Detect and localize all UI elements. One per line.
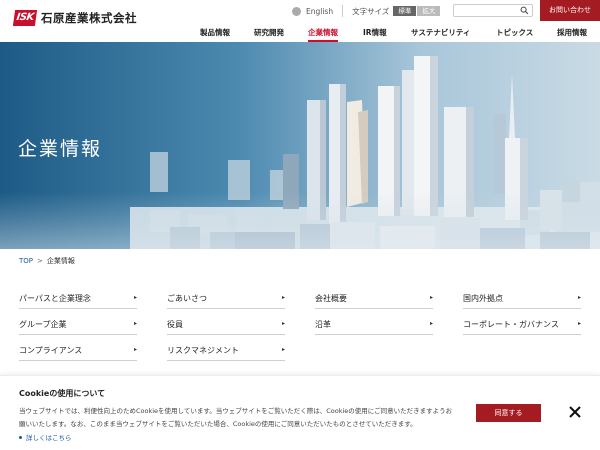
link-label: ごあいさつ [167, 294, 207, 303]
language-link[interactable]: English [292, 6, 334, 16]
nav-item-recruit[interactable]: 採用情報 [557, 27, 587, 38]
bullet-icon [19, 435, 22, 439]
globe-icon [292, 6, 301, 16]
agree-button[interactable]: 同意する [476, 404, 541, 422]
cookie-message-line: 当ウェブサイトでは、利便性向上のためCookieを使用しています。当ウェブサイト… [19, 407, 453, 415]
utility-bar: English 文字サイズ 標準 拡大 [292, 3, 441, 19]
contact-button[interactable]: お問い合わせ [540, 0, 600, 21]
link-locations[interactable]: 国内外拠点 ▸ [463, 285, 581, 309]
arrow-right-icon: ▸ [133, 294, 137, 301]
arrow-right-icon: ▸ [281, 294, 285, 301]
logo-mark: ISK [12, 10, 38, 26]
cookie-title: Cookieの使用について [19, 389, 106, 398]
nav-item-corporate[interactable]: 企業情報 [308, 27, 338, 42]
arrow-right-icon: ▸ [281, 346, 285, 353]
arrow-right-icon: ▸ [281, 320, 285, 327]
link-risk-management[interactable]: リスクマネジメント ▸ [167, 337, 285, 361]
global-nav: 製品情報 研究開発 企業情報 IR情報 サステナビリティ トピックス 採用情報 [190, 27, 600, 42]
search-box [453, 4, 533, 24]
nav-item-topics[interactable]: トピックス [496, 27, 533, 38]
hero-banner: 企業情報 [0, 42, 600, 249]
search-icon[interactable] [520, 6, 529, 15]
page-title: 企業情報 [18, 138, 103, 160]
link-label: グループ企業 [19, 320, 67, 329]
link-purpose-philosophy[interactable]: パーパスと企業理念 ▸ [19, 285, 137, 309]
cookie-details-link[interactable]: 詳しくはこちら [19, 432, 72, 442]
link-label: コンプライアンス [19, 346, 83, 355]
divider [342, 5, 344, 17]
nav-item-products[interactable]: 製品情報 [200, 27, 230, 38]
breadcrumb-separator: > [37, 257, 43, 265]
link-label: 沿革 [315, 320, 331, 329]
arrow-right-icon: ▸ [133, 320, 137, 327]
link-officers[interactable]: 役員 ▸ [167, 311, 285, 335]
font-size-large-button[interactable]: 拡大 [417, 6, 441, 16]
arrow-right-icon: ▸ [577, 320, 581, 327]
breadcrumb-top-link[interactable]: TOP [19, 257, 33, 265]
search-input[interactable] [454, 13, 516, 24]
cookie-details-label: 詳しくはこちら [26, 434, 72, 442]
link-label: 役員 [167, 320, 183, 329]
font-size-standard-button[interactable]: 標準 [393, 6, 417, 16]
cookie-message-line: 願いいたします。なお、このまま当ウェブサイトをご覧いただいた場合、Cookieの… [19, 420, 417, 428]
arrow-right-icon: ▸ [429, 320, 433, 327]
link-company-overview[interactable]: 会社概要 ▸ [315, 285, 433, 309]
nav-item-research[interactable]: 研究開発 [254, 27, 284, 38]
cookie-message: 当ウェブサイトでは、利便性向上のためCookieを使用しています。当ウェブサイト… [19, 405, 464, 431]
nav-item-sustainability[interactable]: サステナビリティ [411, 27, 470, 38]
link-corporate-governance[interactable]: コーポレート・ガバナンス ▸ [463, 311, 581, 335]
language-label: English [306, 6, 334, 16]
breadcrumb: TOP > 企業情報 [19, 256, 75, 266]
link-label: リスクマネジメント [167, 346, 239, 355]
link-history[interactable]: 沿革 ▸ [315, 311, 433, 335]
link-label: 国内外拠点 [463, 294, 503, 303]
nav-item-ir[interactable]: IR情報 [363, 27, 387, 38]
logo-text: 石原産業株式会社 [41, 11, 137, 25]
cookie-banner: Cookieの使用について 当ウェブサイトでは、利便性向上のためCookieを使… [0, 375, 600, 450]
close-icon[interactable] [568, 405, 582, 419]
breadcrumb-current: 企業情報 [46, 257, 75, 265]
font-size-label: 文字サイズ [352, 6, 390, 16]
link-greeting[interactable]: ごあいさつ ▸ [167, 285, 285, 309]
link-compliance[interactable]: コンプライアンス ▸ [19, 337, 137, 361]
link-label: 会社概要 [315, 294, 347, 303]
link-group-companies[interactable]: グループ企業 ▸ [19, 311, 137, 335]
link-label: パーパスと企業理念 [19, 294, 91, 303]
company-logo[interactable]: ISK 石原産業株式会社 [12, 10, 137, 26]
arrow-right-icon: ▸ [133, 346, 137, 353]
arrow-right-icon: ▸ [429, 294, 433, 301]
site-header: ISK 石原産業株式会社 English 文字サイズ 標準 拡大 お問い合わせ … [0, 0, 600, 42]
link-label: コーポレート・ガバナンス [463, 320, 559, 329]
arrow-right-icon: ▸ [577, 294, 581, 301]
